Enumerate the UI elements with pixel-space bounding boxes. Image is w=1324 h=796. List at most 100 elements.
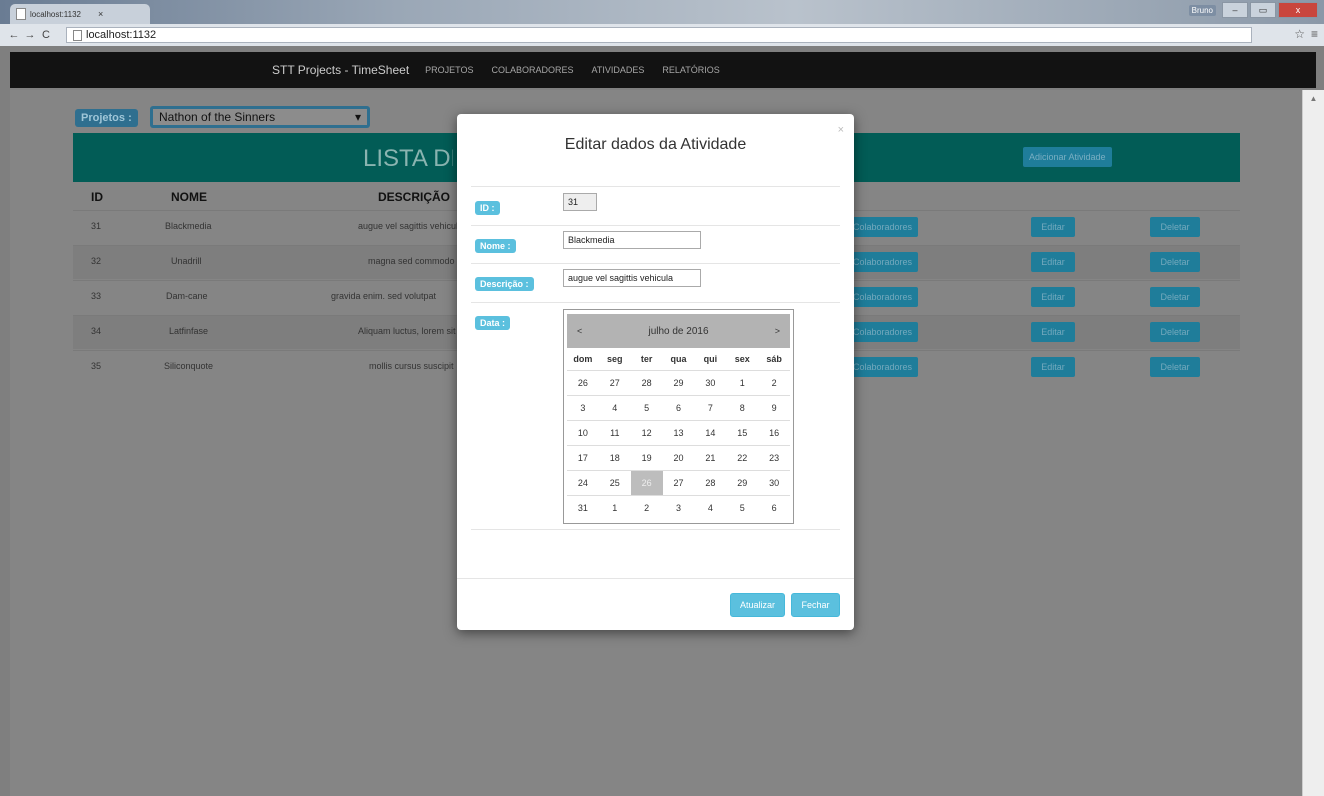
calendar-day[interactable]: 13: [663, 421, 695, 445]
update-button[interactable]: Atualizar: [730, 593, 785, 617]
calendar-day[interactable]: 7: [694, 396, 726, 420]
calendar-day[interactable]: 26: [630, 471, 663, 495]
maximize-button[interactable]: ▭: [1250, 2, 1276, 18]
url-text: localhost:1132: [86, 29, 157, 41]
calendar-day[interactable]: 11: [599, 421, 631, 445]
calendar-day[interactable]: 5: [631, 396, 663, 420]
page-scrollbar[interactable]: ▲: [1302, 90, 1324, 796]
calendar-day[interactable]: 8: [726, 396, 758, 420]
delete-button[interactable]: Deletar: [1150, 357, 1200, 377]
row-desc: augue vel sagittis vehicula: [358, 221, 458, 231]
row-id: 31: [91, 221, 102, 231]
calendar-day[interactable]: 27: [663, 471, 695, 495]
back-icon[interactable]: ←: [6, 29, 22, 41]
forward-icon[interactable]: →: [22, 29, 38, 41]
url-input[interactable]: localhost:1132: [66, 27, 1252, 43]
calendar-day[interactable]: 27: [599, 371, 631, 395]
edit-button[interactable]: Editar: [1031, 357, 1075, 377]
menu-icon[interactable]: ≡: [1311, 27, 1318, 41]
calendar-day[interactable]: 1: [599, 496, 631, 520]
prev-month-button[interactable]: <: [577, 326, 582, 336]
calendar-day[interactable]: 17: [567, 446, 599, 470]
calendar-day[interactable]: 3: [663, 496, 695, 520]
header-nome: NOME: [171, 190, 207, 204]
add-activity-button[interactable]: Adicionar Atividade: [1023, 147, 1112, 167]
address-bar: ← → C localhost:1132 ☆ ≡: [0, 24, 1324, 46]
calendar-day[interactable]: 30: [694, 371, 726, 395]
weekday-label: seg: [607, 354, 623, 364]
calendar-day[interactable]: 15: [726, 421, 758, 445]
calendar-day[interactable]: 4: [599, 396, 631, 420]
close-window-button[interactable]: x: [1278, 2, 1318, 18]
calendar-day[interactable]: 9: [758, 396, 790, 420]
next-month-button[interactable]: >: [775, 326, 780, 336]
browser-tab[interactable]: localhost:1132 ×: [10, 4, 150, 24]
calendar-day[interactable]: 26: [567, 371, 599, 395]
weekday-label: ter: [640, 354, 653, 364]
calendar-day[interactable]: 31: [567, 496, 599, 520]
calendar-week: 31 1 2 3 4 5 6: [567, 495, 790, 520]
weekday-row: dom seg ter qua qui sex sáb: [567, 348, 790, 370]
calendar-day[interactable]: 6: [663, 396, 695, 420]
project-select[interactable]: Nathon of the Sinners ▾: [150, 106, 370, 128]
scroll-up-icon[interactable]: ▲: [1303, 94, 1324, 103]
calendar-day[interactable]: 6: [758, 496, 790, 520]
calendar-week: 17 18 19 20 21 22 23: [567, 445, 790, 470]
calendar-grid: 26 27 28 29 30 1 2 3 4 5 6 7 8 9 10 11 12 13 14 15 16 17 18 19 2…: [564, 370, 793, 520]
row-name: Dam-cane: [166, 291, 208, 301]
calendar-day[interactable]: 18: [599, 446, 631, 470]
calendar-day[interactable]: 21: [694, 446, 726, 470]
bookmark-star-icon[interactable]: ☆: [1294, 27, 1305, 41]
calendar-day[interactable]: 24: [567, 471, 599, 495]
calendar-day[interactable]: 16: [758, 421, 790, 445]
profile-badge[interactable]: Bruno: [1188, 4, 1216, 16]
reload-icon[interactable]: C: [38, 29, 54, 41]
modal-close-icon[interactable]: ×: [838, 124, 844, 136]
row-desc: Aliquam luctus, lorem sit: [358, 326, 456, 336]
calendar-day[interactable]: 28: [631, 371, 663, 395]
delete-button[interactable]: Deletar: [1150, 252, 1200, 272]
calendar-month[interactable]: julho de 2016: [648, 326, 708, 337]
calendar-day[interactable]: 12: [631, 421, 663, 445]
delete-button[interactable]: Deletar: [1150, 217, 1200, 237]
row-desc: mollis cursus suscipit: [369, 361, 454, 371]
name-field[interactable]: [563, 231, 701, 249]
minimize-button[interactable]: –: [1222, 2, 1248, 18]
edit-button[interactable]: Editar: [1031, 252, 1075, 272]
delete-button[interactable]: Deletar: [1150, 287, 1200, 307]
calendar-day[interactable]: 2: [758, 371, 790, 395]
nav-link-relatorios[interactable]: RELATÓRIOS: [662, 65, 719, 75]
calendar-day[interactable]: 10: [567, 421, 599, 445]
edit-button[interactable]: Editar: [1031, 287, 1075, 307]
calendar-day[interactable]: 25: [599, 471, 631, 495]
calendar-day[interactable]: 14: [694, 421, 726, 445]
nav-link-colaboradores[interactable]: COLABORADORES: [492, 65, 574, 75]
nav-link-projetos[interactable]: PROJETOS: [425, 65, 473, 75]
calendar-day[interactable]: 4: [694, 496, 726, 520]
calendar-day[interactable]: 30: [758, 471, 790, 495]
brand-link[interactable]: STT Projects - TimeSheet: [272, 63, 409, 77]
id-field[interactable]: [563, 193, 597, 211]
nav-link-atividades[interactable]: ATIVIDADES: [592, 65, 645, 75]
calendar-day[interactable]: 23: [758, 446, 790, 470]
edit-activity-modal: × Editar dados da Atividade ID : Nome : …: [457, 114, 854, 630]
calendar-day[interactable]: 2: [631, 496, 663, 520]
calendar-day[interactable]: 29: [663, 371, 695, 395]
tab-close-icon[interactable]: ×: [98, 9, 103, 19]
chevron-down-icon: ▾: [354, 110, 361, 124]
calendar-day[interactable]: 3: [567, 396, 599, 420]
edit-button[interactable]: Editar: [1031, 322, 1075, 342]
close-button[interactable]: Fechar: [791, 593, 840, 617]
calendar-day[interactable]: 28: [694, 471, 726, 495]
calendar-day[interactable]: 5: [726, 496, 758, 520]
calendar-day[interactable]: 29: [726, 471, 758, 495]
calendar-day[interactable]: 1: [726, 371, 758, 395]
name-label: Nome :: [475, 239, 516, 253]
edit-button[interactable]: Editar: [1031, 217, 1075, 237]
weekday-label: qui: [703, 354, 718, 364]
description-field[interactable]: [563, 269, 701, 287]
calendar-day[interactable]: 19: [631, 446, 663, 470]
calendar-day[interactable]: 22: [726, 446, 758, 470]
delete-button[interactable]: Deletar: [1150, 322, 1200, 342]
calendar-day[interactable]: 20: [663, 446, 695, 470]
